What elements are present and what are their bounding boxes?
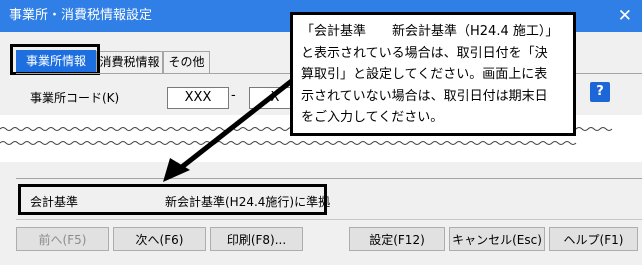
group-border (16, 178, 642, 179)
cancel-button[interactable]: キャンセル(Esc) (449, 227, 545, 251)
help-icon[interactable]: ? (590, 82, 610, 102)
close-icon[interactable]: ✕ (618, 0, 632, 32)
print-button[interactable]: 印刷(F8)... (210, 227, 303, 251)
next-button[interactable]: 次へ(F6) (113, 227, 206, 251)
prev-button[interactable]: 前へ(F5) (16, 227, 109, 251)
highlight-frame-tab (10, 44, 100, 75)
office-code-label: 事業所コード(K) (30, 91, 120, 105)
callout-line-5: をご入力してください。 (301, 110, 444, 125)
wave-line-bottom (0, 141, 577, 145)
callout-line-2: と表示されている場合は、取引日付を「決 (301, 45, 548, 61)
help-button[interactable]: ヘルプ(F1) (549, 227, 638, 251)
callout-line-3: 算取引」と設定してください。画面上に表 (301, 67, 548, 82)
instruction-callout: 「会計基準 新会計基準（H24.4 施工）」 と表示されている場合は、取引日付を… (290, 12, 576, 136)
callout-line-1: 「会計基準 新会計基準（H24.4 施工）」 (301, 24, 559, 39)
callout-line-4: 示されていない場合は、取引日付は期末日 (301, 88, 548, 104)
tab-other[interactable]: その他 (163, 51, 210, 73)
highlight-frame-accounting (18, 184, 327, 215)
window-title: 事業所・消費税情報設定 (9, 8, 153, 23)
office-code-field-1[interactable]: XXX (167, 87, 229, 109)
tab-tax-info[interactable]: 消費税情報 (96, 51, 163, 73)
confirm-button[interactable]: 設定(F12) (349, 227, 445, 251)
office-code-separator: - (231, 88, 236, 103)
button-separator (16, 219, 642, 220)
